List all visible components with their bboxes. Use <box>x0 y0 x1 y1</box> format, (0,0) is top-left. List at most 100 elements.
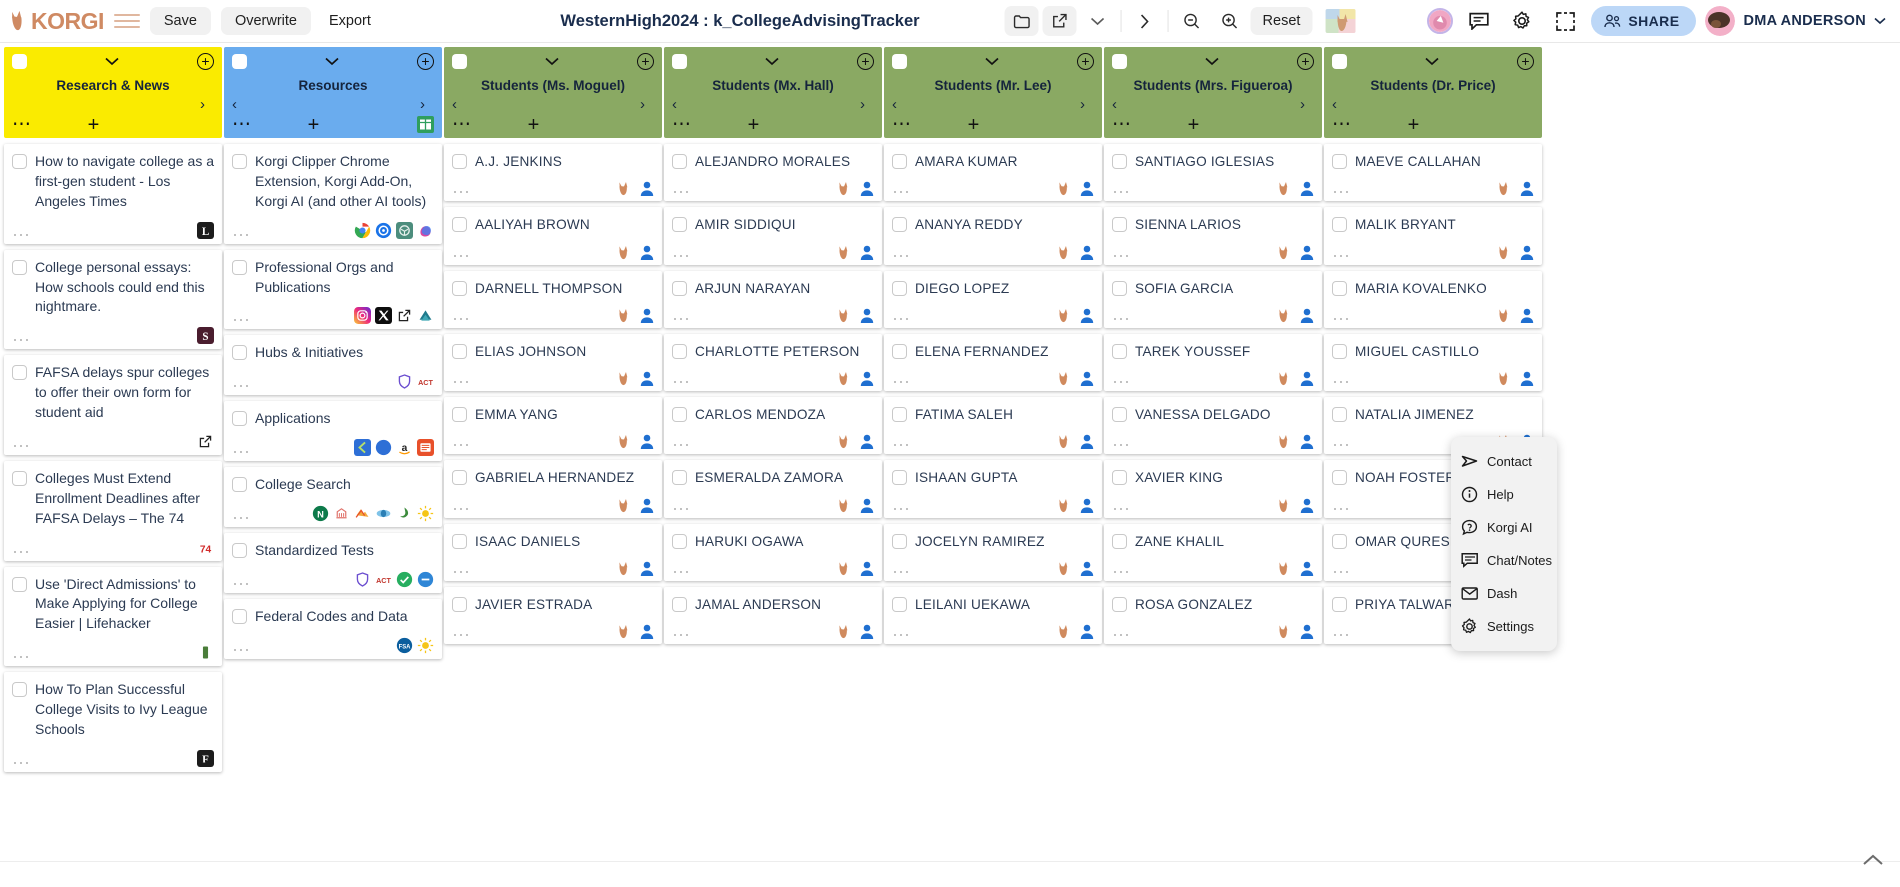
card-checkbox[interactable] <box>892 280 907 296</box>
card-checkbox[interactable] <box>892 470 907 486</box>
contact-person-icon[interactable] <box>1520 371 1534 387</box>
card-options-button[interactable]: ⋯ <box>452 436 471 454</box>
card-options-button[interactable]: ⋯ <box>1332 436 1351 454</box>
chevron-down-icon[interactable] <box>1425 57 1439 66</box>
column-move-right-arrow[interactable]: › <box>1300 96 1314 113</box>
context-menu-item-dash[interactable]: Dash <box>1451 577 1557 610</box>
card-options-button[interactable]: ⋯ <box>452 247 471 265</box>
gear-icon[interactable] <box>1505 6 1539 36</box>
korgi-fox-icon[interactable] <box>1278 181 1293 196</box>
board-card[interactable]: ANANYA REDDY ⋯ <box>884 207 1102 265</box>
korgi-fox-icon[interactable] <box>618 561 633 576</box>
board-card[interactable]: ARJUN NARAYAN ⋯ <box>664 270 882 328</box>
card-checkbox[interactable] <box>1332 343 1347 359</box>
contact-person-icon[interactable] <box>1300 245 1314 260</box>
contact-person-icon[interactable] <box>1080 371 1094 387</box>
folder-icon[interactable] <box>1004 6 1039 36</box>
card-checkbox[interactable] <box>1332 217 1347 233</box>
card-checkbox[interactable] <box>12 682 27 698</box>
pink-avatar-icon[interactable] <box>1427 8 1454 34</box>
add-column-button[interactable]: + <box>637 52 654 70</box>
contact-person-icon[interactable] <box>640 434 654 450</box>
add-card-button[interactable]: + <box>1188 115 1200 135</box>
column-options-button[interactable]: ⋯ <box>672 115 692 134</box>
contact-person-icon[interactable] <box>860 434 874 450</box>
contact-person-icon[interactable] <box>1080 245 1094 260</box>
board-card[interactable]: AMARA KUMAR ⋯ <box>884 144 1102 202</box>
contact-person-icon[interactable] <box>1520 245 1534 260</box>
card-options-button[interactable]: ⋯ <box>452 183 471 201</box>
contact-person-icon[interactable] <box>640 498 654 513</box>
card-options-button[interactable]: ⋯ <box>452 500 471 518</box>
card-checkbox[interactable] <box>672 217 687 233</box>
card-checkbox[interactable] <box>452 280 467 296</box>
korgi-fox-icon[interactable] <box>1498 371 1513 386</box>
board-card[interactable]: Use 'Direct Admissions' to Make Applying… <box>4 566 222 667</box>
korgi-fox-icon[interactable] <box>838 181 853 196</box>
board-card[interactable]: SIENNA LARIOS ⋯ <box>1104 207 1322 265</box>
column-move-right-arrow[interactable]: › <box>1080 96 1094 113</box>
board-card[interactable]: VANESSA DELGADO ⋯ <box>1104 397 1322 455</box>
card-options-button[interactable]: ⋯ <box>672 247 691 265</box>
chrome-icon[interactable] <box>354 222 371 239</box>
contact-person-icon[interactable] <box>1300 498 1314 513</box>
contact-person-icon[interactable] <box>1080 434 1094 450</box>
fsa-icon[interactable]: FSA <box>396 637 413 654</box>
column-select-checkbox[interactable] <box>12 53 27 69</box>
contact-person-icon[interactable] <box>1300 181 1314 197</box>
korgi-fox-icon[interactable] <box>1058 498 1073 513</box>
chevron-down-icon[interactable] <box>765 57 779 66</box>
column-options-button[interactable]: ⋯ <box>1332 115 1352 134</box>
board-card[interactable]: FAFSA delays spur colleges to offer thei… <box>4 355 222 455</box>
openai-icon[interactable] <box>396 221 413 239</box>
card-checkbox[interactable] <box>12 259 27 275</box>
amazon-icon[interactable]: a <box>396 439 413 457</box>
external-link-icon[interactable] <box>396 307 413 325</box>
board-card[interactable]: Standardized Tests ⋯ ACT <box>224 533 442 593</box>
board-card[interactable]: XAVIER KING ⋯ <box>1104 460 1322 518</box>
card-options-button[interactable]: ⋯ <box>892 247 911 265</box>
korgi-fox-icon[interactable] <box>618 181 633 196</box>
board-card[interactable]: MAEVE CALLAHAN ⋯ <box>1324 144 1542 202</box>
board-card[interactable]: Hubs & Initiatives ⋯ ACT <box>224 335 442 396</box>
card-options-button[interactable]: ⋯ <box>452 373 471 391</box>
korgi-fox-icon[interactable] <box>1278 498 1293 513</box>
column-move-right-arrow[interactable]: › <box>860 96 874 113</box>
app-logo[interactable]: KORGI <box>10 8 104 35</box>
card-checkbox[interactable] <box>672 280 687 296</box>
card-checkbox[interactable] <box>1112 280 1127 296</box>
add-column-button[interactable]: + <box>1297 52 1314 70</box>
card-checkbox[interactable] <box>452 470 467 486</box>
column-options-button[interactable]: ⋯ <box>1112 115 1132 134</box>
contact-person-icon[interactable] <box>640 624 654 640</box>
add-column-button[interactable]: + <box>1517 52 1534 70</box>
column-options-button[interactable]: ⋯ <box>232 115 252 134</box>
card-options-button[interactable]: ⋯ <box>892 373 911 391</box>
board-card[interactable]: How To Plan Successful College Visits to… <box>4 672 222 772</box>
card-options-button[interactable]: ⋯ <box>1332 563 1351 581</box>
card-options-button[interactable]: ⋯ <box>672 563 691 581</box>
add-card-button[interactable]: + <box>308 115 320 135</box>
card-options-button[interactable]: ⋯ <box>452 310 471 328</box>
card-options-button[interactable]: ⋯ <box>1332 373 1351 391</box>
the74-icon[interactable]: 74 <box>197 538 214 556</box>
contact-person-icon[interactable] <box>860 561 874 577</box>
chevron-right-icon[interactable] <box>1128 6 1162 36</box>
contact-person-icon[interactable] <box>1080 308 1094 323</box>
column-move-left-arrow[interactable]: ‹ <box>1332 96 1346 113</box>
card-checkbox[interactable] <box>452 217 467 233</box>
overwrite-button[interactable]: Overwrite <box>220 7 311 35</box>
card-options-button[interactable]: ⋯ <box>1332 247 1351 265</box>
sunshine-icon[interactable] <box>417 636 434 654</box>
board-card[interactable]: Colleges Must Extend Enrollment Deadline… <box>4 460 222 561</box>
card-options-button[interactable]: ⋯ <box>12 437 31 455</box>
card-checkbox[interactable] <box>672 154 687 169</box>
contact-person-icon[interactable] <box>640 561 654 577</box>
korgi-fox-icon[interactable] <box>1278 371 1293 386</box>
card-options-button[interactable]: ⋯ <box>12 543 31 561</box>
card-options-button[interactable]: ⋯ <box>892 500 911 518</box>
card-checkbox[interactable] <box>1332 154 1347 169</box>
open-external-icon[interactable] <box>1042 6 1077 36</box>
card-checkbox[interactable] <box>892 407 907 423</box>
lifehacker-icon[interactable] <box>197 644 214 662</box>
